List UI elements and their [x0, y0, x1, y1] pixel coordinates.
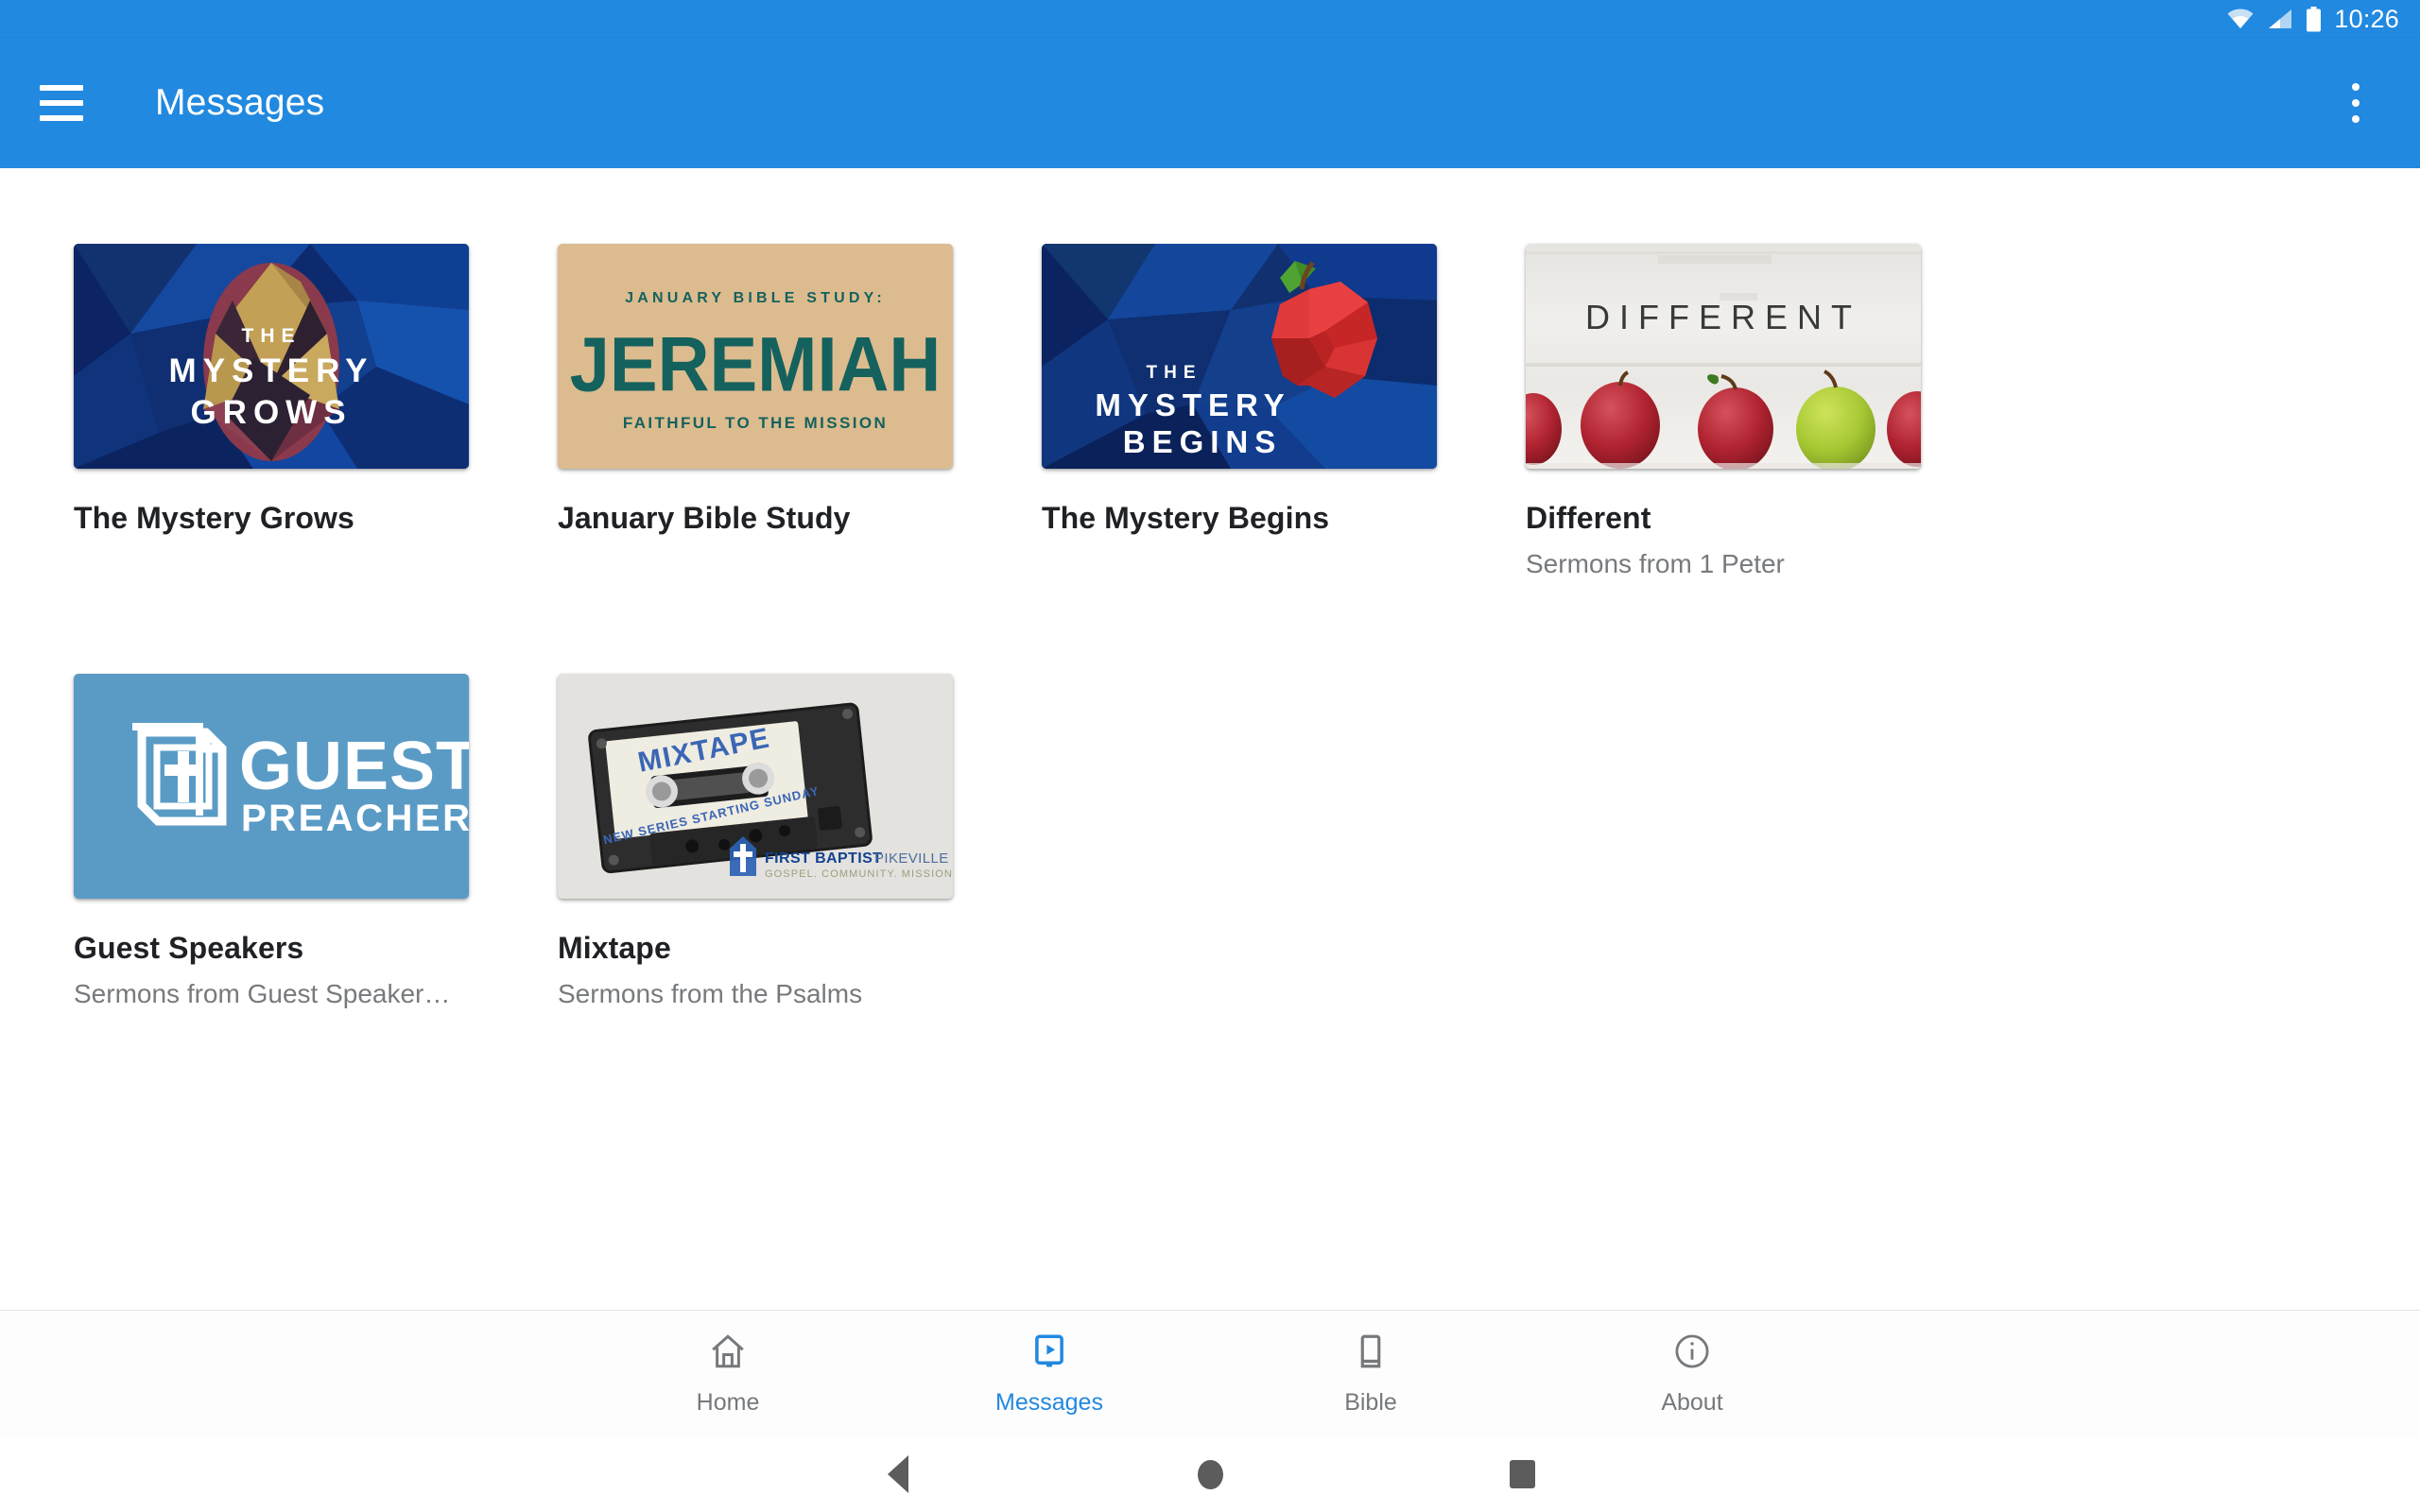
book-icon	[1351, 1332, 1391, 1376]
bottom-nav-item-bible[interactable]: Bible	[1210, 1332, 1531, 1417]
svg-text:PIKEVILLE: PIKEVILLE	[874, 850, 949, 867]
series-title: The Mystery Begins	[1042, 501, 1330, 535]
app-bar: Messages	[0, 38, 2420, 168]
bottom-nav-label: Home	[696, 1388, 760, 1416]
series-title: Guest Speakers	[74, 931, 304, 965]
info-icon	[1672, 1332, 1712, 1376]
android-system-navigation	[0, 1436, 2420, 1512]
svg-text:JANUARY BIBLE STUDY:: JANUARY BIBLE STUDY:	[625, 290, 886, 306]
svg-text:GROWS: GROWS	[190, 394, 352, 431]
series-title: Different	[1526, 501, 1651, 535]
different-artwork: DIFFERENT	[1526, 244, 1921, 469]
video-messages-icon	[1029, 1332, 1069, 1376]
battery-icon	[2306, 6, 2322, 32]
bottom-nav-item-messages[interactable]: Messages	[889, 1332, 1210, 1417]
svg-text:BEGINS: BEGINS	[1123, 424, 1283, 459]
android-app-screen: 10:26 Messages THE MYSTERY GROWS The Mys…	[0, 0, 2420, 1512]
the-mystery-begins-artwork: THE MYSTERY BEGINS	[1042, 244, 1437, 469]
recents-square-icon[interactable]	[1366, 1460, 1678, 1488]
guest-preacher-artwork: GUEST PREACHER	[74, 674, 469, 899]
home-circle-icon[interactable]	[1054, 1459, 1366, 1489]
messages-series-list[interactable]: THE MYSTERY GROWS The Mystery Grows JANU…	[0, 168, 2420, 1310]
series-card-january-bible-study[interactable]: JANUARY BIBLE STUDY: JEREMIAH FAITHFUL T…	[558, 244, 1042, 579]
back-triangle-icon[interactable]	[742, 1455, 1054, 1493]
series-card-mixtape[interactable]: MIXTAPE NEW SERIES STARTING SUNDAY FIRST…	[558, 674, 1042, 1009]
series-card-the-mystery-begins[interactable]: THE MYSTERY BEGINS The Mystery Begins	[1042, 244, 1526, 579]
wifi-icon	[2226, 8, 2255, 30]
svg-text:THE: THE	[242, 325, 302, 347]
svg-text:MYSTERY: MYSTERY	[169, 352, 374, 389]
svg-text:GUEST: GUEST	[239, 729, 469, 804]
status-bar: 10:26	[0, 0, 2420, 38]
series-subtitle: Sermons from the Psalms	[558, 979, 863, 1008]
svg-text:PREACHER: PREACHER	[241, 798, 469, 839]
svg-text:JEREMIAH: JEREMIAH	[570, 320, 942, 407]
series-grid: THE MYSTERY GROWS The Mystery Grows JANU…	[0, 168, 2420, 1104]
status-bar-clock: 10:26	[2334, 4, 2399, 33]
series-title: The Mystery Grows	[74, 501, 354, 535]
series-subtitle: Sermons from Guest Speaker…	[74, 979, 451, 1008]
series-card-guest-speakers[interactable]: GUEST PREACHER Guest Speakers Sermons fr…	[74, 674, 558, 1009]
cell-signal-icon	[2267, 8, 2293, 30]
home-icon	[708, 1332, 748, 1376]
bottom-nav-label: Bible	[1344, 1388, 1397, 1416]
bottom-nav-item-home[interactable]: Home	[567, 1332, 889, 1417]
series-card-the-mystery-grows[interactable]: THE MYSTERY GROWS The Mystery Grows	[74, 244, 558, 579]
january-bible-study-artwork: JANUARY BIBLE STUDY: JEREMIAH FAITHFUL T…	[558, 244, 953, 469]
series-title: Mixtape	[558, 931, 671, 965]
bottom-navigation-bar: Home Messages Bible About	[0, 1310, 2420, 1436]
mixtape-cassette-artwork: MIXTAPE NEW SERIES STARTING SUNDAY FIRST…	[558, 674, 953, 899]
bottom-nav-label: About	[1661, 1388, 1723, 1416]
bottom-nav-item-about[interactable]: About	[1531, 1332, 1853, 1417]
svg-text:FAITHFUL TO THE MISSION: FAITHFUL TO THE MISSION	[623, 414, 888, 432]
svg-text:MYSTERY: MYSTERY	[1095, 387, 1290, 422]
svg-text:GOSPEL. COMMUNITY. MISSION.: GOSPEL. COMMUNITY. MISSION.	[765, 868, 953, 880]
page-title: Messages	[155, 82, 325, 123]
svg-text:THE: THE	[1147, 363, 1202, 383]
series-card-different[interactable]: DIFFERENT Different Sermons from 1 Peter	[1526, 244, 2010, 579]
svg-text:FIRST BAPTIST: FIRST BAPTIST	[765, 850, 882, 867]
series-subtitle: Sermons from 1 Peter	[1526, 549, 1785, 578]
svg-text:DIFFERENT: DIFFERENT	[1585, 298, 1861, 336]
bottom-nav-label: Messages	[995, 1388, 1103, 1416]
hamburger-menu-icon[interactable]	[40, 76, 95, 130]
the-mystery-grows-artwork: THE MYSTERY GROWS	[74, 244, 469, 469]
series-title: January Bible Study	[558, 501, 851, 535]
overflow-menu-icon[interactable]	[2333, 74, 2378, 132]
